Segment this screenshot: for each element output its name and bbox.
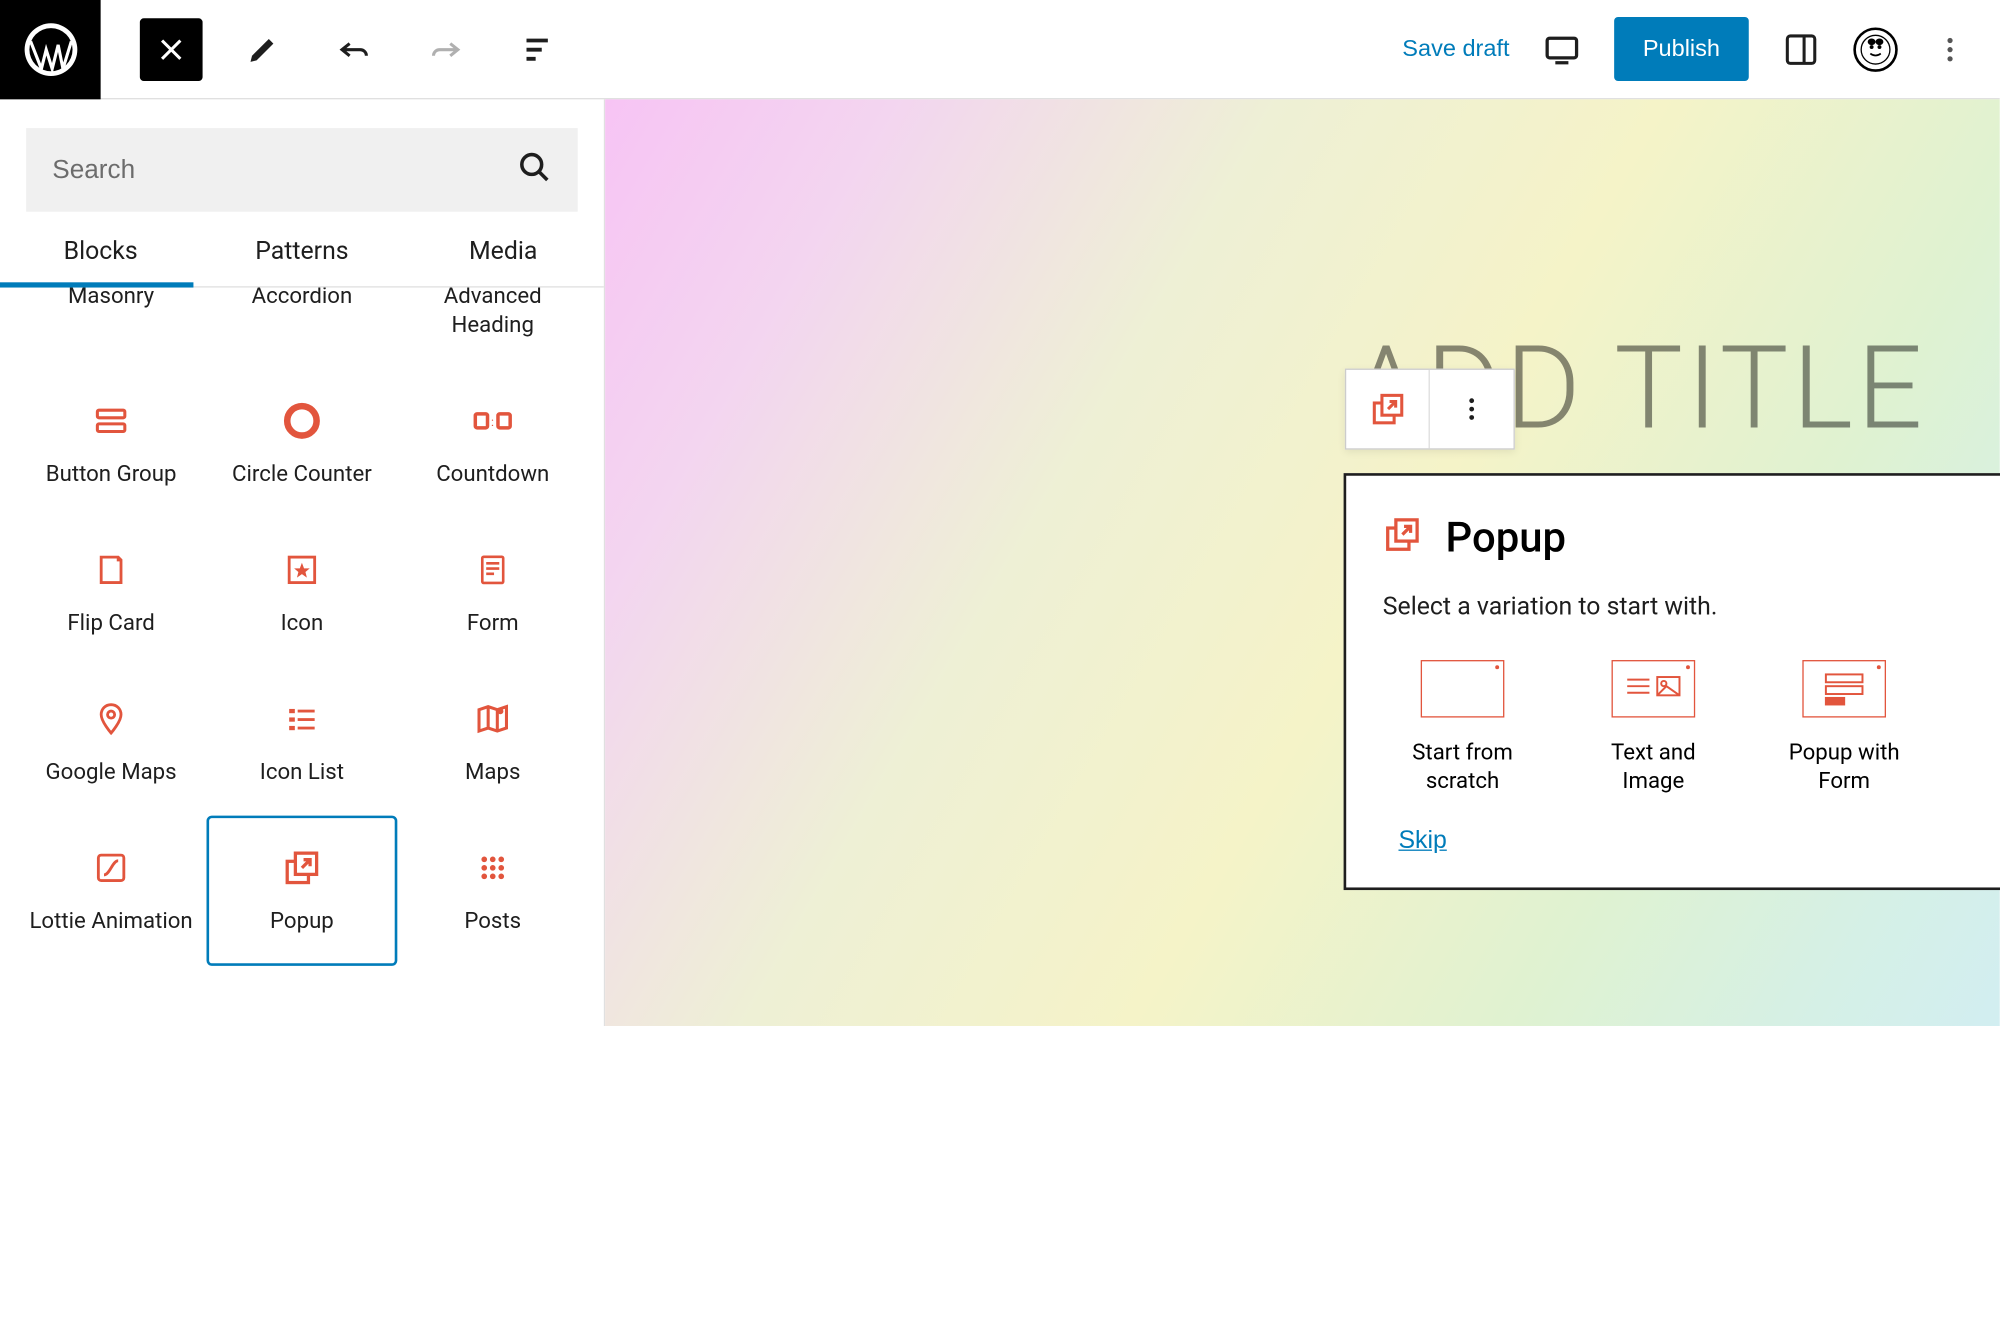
block-popup[interactable]: Popup — [207, 816, 398, 965]
list-icon — [285, 696, 319, 743]
search-input[interactable] — [52, 155, 517, 185]
edit-tool-button[interactable] — [231, 18, 294, 81]
block-posts[interactable]: Posts — [397, 816, 588, 965]
popup-icon — [282, 845, 321, 892]
popup-block-placeholder: Popup Select a variation to start with. … — [1344, 473, 2000, 890]
star-icon — [285, 547, 319, 594]
pin-icon — [94, 696, 128, 743]
floating-block-toolbar — [1345, 369, 1515, 450]
redo-button[interactable] — [414, 18, 477, 81]
preview-icon[interactable] — [1536, 23, 1588, 75]
wordpress-logo[interactable] — [0, 0, 101, 99]
publish-button[interactable]: Publish — [1614, 17, 1749, 81]
grid-dots-icon — [476, 845, 510, 892]
block-button-group[interactable]: Button Group — [16, 369, 207, 518]
circle-counter-icon — [282, 398, 321, 445]
block-flip-card[interactable]: Flip Card — [16, 518, 207, 667]
inserter-search[interactable] — [26, 128, 578, 212]
variation-text-image[interactable]: Text and Image — [1584, 660, 1723, 796]
popup-panel-title: Popup — [1446, 512, 1566, 562]
save-draft-button[interactable]: Save draft — [1402, 35, 1509, 62]
block-circle-counter[interactable]: Circle Counter — [207, 369, 398, 518]
editor-canvas[interactable]: ADD TITLE Popup Select a variation to st… — [605, 99, 2000, 1026]
more-options-icon[interactable] — [1924, 23, 1976, 75]
block-lottie[interactable]: Lottie Animation — [16, 816, 207, 965]
block-icon-list[interactable]: Icon List — [207, 667, 398, 816]
map-icon — [473, 696, 512, 743]
top-toolbar: Save draft Publish — [0, 0, 2000, 99]
undo-button[interactable] — [323, 18, 386, 81]
close-inserter-button[interactable] — [140, 18, 203, 81]
block-countdown[interactable]: :Countdown — [397, 369, 588, 518]
inserter-tabs: Blocks Patterns Media — [0, 235, 604, 287]
block-inserter-panel: Blocks Patterns Media Masonry Accordion … — [0, 99, 605, 1026]
tab-blocks[interactable]: Blocks — [0, 235, 201, 286]
document-overview-button[interactable] — [506, 18, 569, 81]
tab-patterns[interactable]: Patterns — [201, 235, 402, 286]
active-tab-indicator — [0, 282, 193, 287]
flip-card-icon — [94, 547, 128, 594]
block-accordion[interactable]: Accordion — [207, 288, 398, 369]
tab-media[interactable]: Media — [403, 235, 604, 286]
popup-icon — [1383, 515, 1422, 559]
block-type-icon[interactable] — [1346, 370, 1430, 448]
lottie-icon — [94, 845, 128, 892]
popup-panel-subtitle: Select a variation to start with. — [1383, 591, 2000, 621]
block-masonry[interactable]: Masonry — [16, 288, 207, 369]
user-avatar[interactable] — [1853, 27, 1897, 71]
block-google-maps[interactable]: Google Maps — [16, 667, 207, 816]
block-advanced-heading[interactable]: Advanced Heading — [397, 288, 588, 369]
button-group-icon — [93, 398, 130, 445]
block-form[interactable]: Form — [397, 518, 588, 667]
block-icon[interactable]: Icon — [207, 518, 398, 667]
skip-button[interactable]: Skip — [1398, 828, 1446, 857]
block-maps[interactable]: Maps — [397, 667, 588, 816]
search-icon — [518, 150, 552, 189]
variation-scratch[interactable]: Start from scratch — [1393, 660, 1532, 796]
variation-form[interactable]: Popup with Form — [1775, 660, 1914, 796]
blocks-grid: Masonry Accordion Advanced Heading Butto… — [0, 288, 604, 1026]
form-icon — [477, 547, 508, 594]
block-more-icon[interactable] — [1430, 370, 1514, 448]
settings-panel-icon[interactable] — [1775, 23, 1827, 75]
countdown-icon: : — [472, 398, 514, 445]
svg-text::: : — [491, 415, 494, 429]
